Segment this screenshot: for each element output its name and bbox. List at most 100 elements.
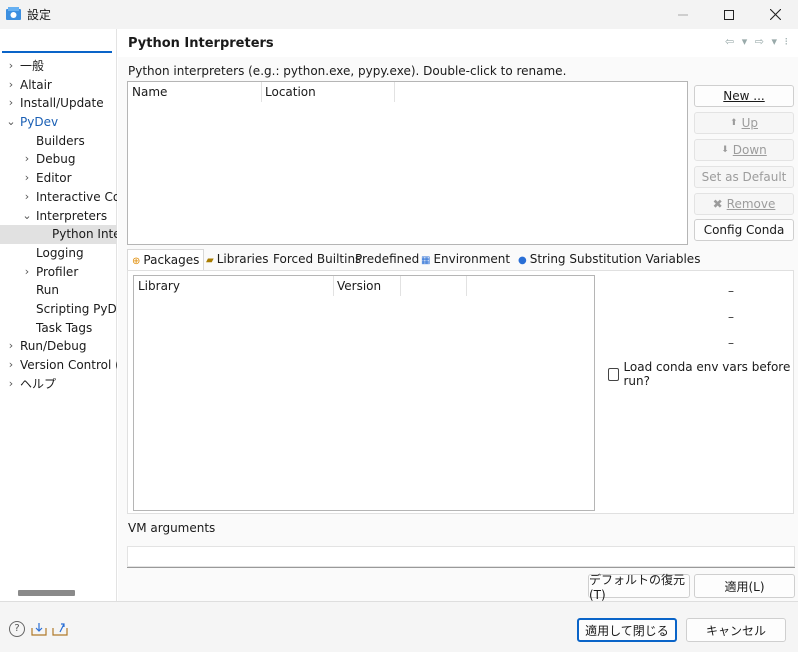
tree-item[interactable]: Python Inte — [0, 225, 117, 244]
column-header-location[interactable]: Location — [265, 85, 316, 99]
packages-action-placeholder[interactable]: – — [728, 310, 734, 324]
tab-label: Predefined — [355, 252, 420, 266]
page-header: Python Interpreters ⇦ ▾ ⇨ ▾ ⁝ — [118, 29, 798, 57]
tab-libraries[interactable]: ▰ Libraries — [202, 249, 273, 270]
column-separator — [400, 276, 401, 296]
restore-defaults-button[interactable]: デフォルトの復元(T) — [588, 573, 690, 602]
tree-item[interactable]: › Install/Update — [0, 94, 117, 113]
chevron-right-icon[interactable]: › — [6, 94, 16, 113]
set-as-default-button[interactable]: Set as Default — [694, 166, 794, 188]
filter-input[interactable] — [2, 33, 112, 53]
chevron-right-icon[interactable]: › — [6, 76, 16, 95]
config-conda-button[interactable]: Config Conda — [694, 219, 794, 241]
tab-label: Environment — [433, 252, 511, 266]
tree-item-label: Version Control (1 — [20, 358, 117, 372]
chevron-right-icon[interactable]: › — [6, 375, 16, 394]
tree-item-label: Install/Update — [20, 96, 104, 111]
tab-predefined[interactable]: Predefined — [351, 249, 423, 270]
library-icon: ▰ — [206, 255, 214, 266]
tree-item[interactable]: › Run/Debug — [0, 337, 117, 356]
remove-button[interactable]: ✖ Remove — [694, 193, 794, 215]
tree-item-label: Interpreters — [36, 208, 108, 223]
import-icon[interactable] — [31, 622, 47, 636]
up-button[interactable]: ⬆ Up — [694, 112, 794, 134]
tree-item[interactable]: › Altair — [0, 76, 117, 95]
tab-environment[interactable]: ▦ Environment — [417, 249, 514, 270]
interpreters-table[interactable]: Name Location — [127, 81, 688, 245]
chevron-down-icon[interactable]: ⌄ — [22, 207, 32, 226]
tab-label: Packages — [143, 253, 200, 267]
tree-item[interactable]: ⌄ Interpreters — [0, 207, 117, 226]
tab-label: Libraries — [216, 252, 269, 266]
arrow-down-icon: ⬇ — [721, 145, 729, 155]
down-button[interactable]: ⬇ Down — [694, 139, 794, 161]
down-button-label: Down — [732, 143, 767, 157]
close-button[interactable] — [752, 0, 798, 29]
interpreters-description: Python interpreters (e.g.: python.exe, p… — [128, 64, 567, 78]
packages-action-placeholder[interactable]: – — [728, 336, 734, 350]
tree-item[interactable]: Scripting PyDe — [0, 300, 117, 319]
restore-defaults-label: デフォルトの復元(T) — [589, 572, 686, 602]
column-header-library[interactable]: Library — [138, 279, 180, 293]
cancel-button[interactable]: キャンセル — [686, 618, 786, 642]
package-icon: ⊕ — [132, 256, 141, 267]
title-bar: 設定 — [0, 0, 798, 29]
new-interpreter-button[interactable]: New ... — [694, 85, 794, 107]
tree-item[interactable]: › Interactive Cor — [0, 188, 117, 207]
preferences-tree-panel: › 一般 › Altair › Install/Update ⌄ PyDev Builders ›… — [0, 29, 117, 601]
tree-item[interactable]: › Editor — [0, 169, 117, 188]
variable-icon: ● — [518, 255, 527, 266]
history-navigation-icon[interactable]: ⇦ ▾ ⇨ ▾ ⁝ — [725, 35, 790, 48]
minimize-button[interactable] — [660, 0, 706, 29]
load-conda-env-checkbox[interactable]: Load conda env vars before run? — [608, 360, 793, 388]
tree-item[interactable]: Builders — [0, 132, 117, 151]
tree-item[interactable]: ⌄ PyDev — [0, 113, 117, 132]
maximize-button[interactable] — [706, 0, 752, 29]
packages-tab-content: Library Version – – – Load conda env var… — [127, 270, 794, 514]
tree-item[interactable]: › Debug — [0, 150, 117, 169]
column-separator — [466, 276, 467, 296]
tab-packages[interactable]: ⊕ Packages — [127, 249, 205, 270]
chevron-down-icon[interactable]: ⌄ — [6, 113, 16, 132]
tree-item-label: Profiler — [36, 264, 79, 279]
chevron-right-icon[interactable]: › — [22, 263, 32, 282]
apply-and-close-label: 適用して閉じる — [585, 623, 669, 638]
tree-item[interactable]: Logging — [0, 244, 117, 263]
tree-item[interactable]: › 一般 — [0, 57, 117, 76]
tree-horizontal-scrollbar[interactable] — [18, 590, 75, 596]
up-button-label: Up — [741, 116, 758, 130]
tree-item-label: Altair — [20, 77, 52, 92]
tree-item-label: Scripting PyDe — [36, 301, 117, 316]
chevron-right-icon[interactable]: › — [22, 150, 32, 169]
chevron-right-icon[interactable]: › — [6, 57, 16, 76]
column-header-name[interactable]: Name — [132, 85, 167, 99]
set-default-label: Set as Default — [701, 170, 787, 184]
packages-action-placeholder[interactable]: – — [728, 284, 734, 298]
apply-button[interactable]: 適用(L) — [694, 574, 795, 598]
export-icon[interactable] — [52, 622, 68, 636]
maximize-icon — [724, 9, 734, 20]
tree-item[interactable]: › Profiler — [0, 263, 117, 282]
libraries-table[interactable]: Library Version — [133, 275, 595, 511]
preferences-tree: › 一般 › Altair › Install/Update ⌄ PyDev Builders ›… — [0, 57, 117, 393]
vm-arguments-input[interactable] — [127, 546, 795, 567]
tree-item[interactable]: › ヘルプ — [0, 375, 117, 394]
chevron-right-icon[interactable]: › — [22, 188, 32, 207]
chevron-right-icon[interactable]: › — [22, 169, 32, 188]
chevron-right-icon[interactable]: › — [6, 337, 16, 356]
tab-string-substitution-variables[interactable]: ● String Substitution Variables — [514, 249, 704, 270]
tree-item-label: Builders — [36, 133, 85, 148]
apply-label: 適用(L) — [724, 579, 765, 594]
checkbox-box[interactable] — [608, 367, 620, 381]
column-separator — [261, 82, 262, 102]
tree-item[interactable]: › Version Control (1 — [0, 356, 117, 375]
help-icon[interactable]: ? — [9, 621, 25, 637]
tree-item[interactable]: Run — [0, 281, 117, 300]
column-header-version[interactable]: Version — [337, 279, 381, 293]
tree-item[interactable]: Task Tags — [0, 319, 117, 338]
chevron-right-icon[interactable]: › — [6, 356, 16, 375]
apply-and-close-button[interactable]: 適用して閉じる — [577, 618, 677, 642]
new-button-label: New ... — [723, 89, 765, 103]
window-title: 設定 — [27, 8, 52, 22]
tree-item-label: Run/Debug — [20, 339, 87, 354]
